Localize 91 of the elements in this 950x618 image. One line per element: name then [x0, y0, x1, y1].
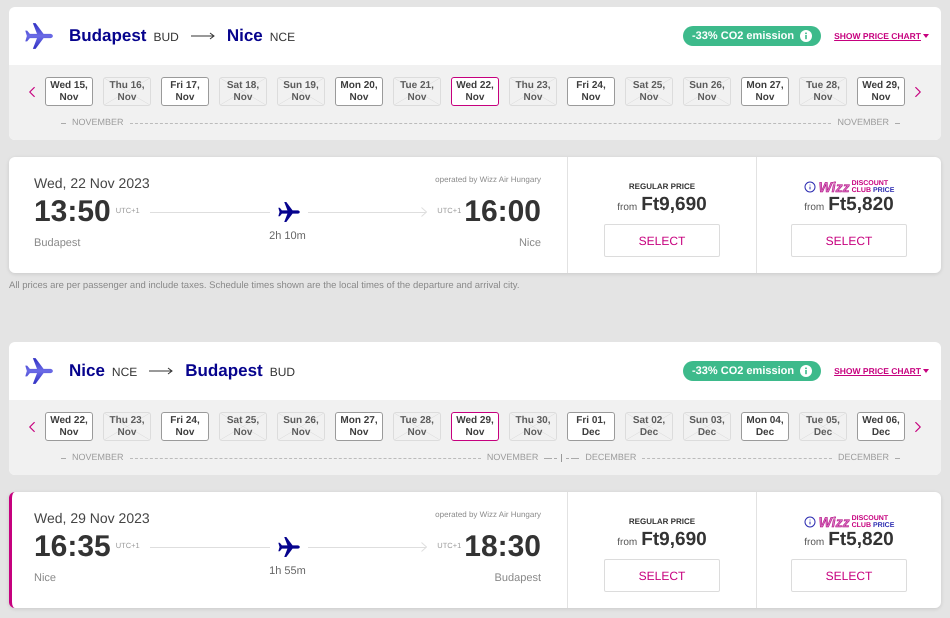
arrival-city: Budapest: [494, 571, 541, 586]
month-label: DECEMBER: [585, 451, 636, 464]
date-chip[interactable]: Tue 28, Nov: [799, 77, 847, 106]
long-arrow-icon: [149, 367, 174, 375]
flight-duration: 1h 55m: [269, 564, 306, 579]
destination-code: NCE: [270, 29, 296, 46]
arrival-time: 18:30: [464, 531, 541, 563]
flight-date: Wed, 29 Nov 2023: [34, 510, 150, 527]
caret-down-icon: [923, 34, 929, 38]
date-chip[interactable]: Tue 05, Dec: [799, 412, 847, 441]
date-chip[interactable]: Mon 27, Nov: [741, 77, 789, 106]
date-chip[interactable]: Sat 25, Nov: [625, 77, 673, 106]
date-chip[interactable]: Wed 29, Nov: [451, 412, 499, 441]
month-label: NOVEMBER: [72, 451, 124, 464]
info-icon: [800, 365, 812, 377]
date-chip[interactable]: Sun 26, Nov: [277, 412, 325, 441]
from-label: from: [804, 201, 824, 215]
long-arrow-icon: [190, 32, 215, 40]
fare-title: REGULAR PRICE: [628, 517, 696, 527]
info-icon: [800, 30, 812, 42]
origin-city: Nice: [69, 360, 105, 382]
emission-text: -33% CO2 emission: [692, 364, 794, 379]
club-logo: Wizz: [818, 515, 850, 529]
select-button[interactable]: SELECT: [604, 559, 720, 592]
date-chip[interactable]: Mon 04, Dec: [741, 412, 789, 441]
flight-date: Wed, 22 Nov 2023: [34, 175, 150, 192]
month-label: NOVEMBER: [486, 451, 538, 464]
departure-time: 16:35: [34, 531, 111, 563]
date-chip[interactable]: Sun 26, Nov: [683, 77, 731, 106]
date-chip[interactable]: Sat 02, Dec: [625, 412, 673, 441]
date-chip[interactable]: Fri 17, Nov: [161, 77, 209, 106]
price-footnote: All prices are per passenger and include taxes. Schedule times shown are the local times of the departure and arrival city.: [9, 280, 520, 292]
operator-text: operated by Wizz Air Hungary: [435, 509, 541, 521]
origin-code: BUD: [153, 29, 179, 46]
from-label: from: [804, 536, 824, 550]
date-chip[interactable]: Mon 27, Nov: [335, 412, 383, 441]
fare-price: Ft9,690: [641, 194, 707, 216]
departure-city: Budapest: [34, 236, 80, 251]
origin-code: NCE: [112, 364, 138, 381]
date-chip[interactable]: Sun 19, Nov: [277, 77, 325, 106]
origin-city: Budapest: [69, 25, 146, 48]
month-label: NOVEMBER: [72, 116, 124, 130]
airplane-icon: [278, 537, 300, 557]
date-chip[interactable]: Wed 22, Nov: [45, 412, 93, 441]
select-button[interactable]: SELECT: [791, 559, 907, 592]
airplane-icon: [25, 358, 53, 384]
date-chip[interactable]: Wed 29, Nov: [857, 77, 905, 106]
date-chip[interactable]: Tue 21, Nov: [393, 77, 441, 106]
from-label: from: [617, 536, 638, 550]
info-icon[interactable]: [804, 181, 816, 193]
emission-text: -33% CO2 emission: [692, 29, 794, 44]
club-logo: Wizz: [818, 180, 850, 194]
airplane-icon: [278, 202, 300, 222]
date-chip[interactable]: Fri 01, Dec: [567, 412, 615, 441]
date-chip[interactable]: Fri 24, Nov: [161, 412, 209, 441]
destination-city: Budapest: [185, 360, 263, 382]
price-chart-link[interactable]: SHOW PRICE CHART: [834, 30, 929, 42]
date-chip[interactable]: Sat 18, Nov: [219, 77, 267, 106]
destination-code: BUD: [270, 364, 296, 381]
date-chip[interactable]: Tue 28, Nov: [393, 412, 441, 441]
select-button[interactable]: SELECT: [604, 224, 720, 257]
date-chip[interactable]: Thu 23, Nov: [103, 412, 151, 441]
month-label: NOVEMBER: [837, 116, 889, 130]
airplane-icon: [25, 23, 53, 49]
date-chip[interactable]: Mon 20, Nov: [335, 77, 383, 106]
fare-price: Ft5,820: [828, 194, 894, 216]
fare-title: REGULAR PRICE: [628, 182, 696, 192]
date-chip[interactable]: Wed 15, Nov: [45, 77, 93, 106]
date-chip[interactable]: Sat 25, Nov: [219, 412, 267, 441]
from-label: from: [617, 201, 638, 215]
date-chip[interactable]: Wed 06, Dec: [857, 412, 905, 441]
date-chip[interactable]: Sun 03, Dec: [683, 412, 731, 441]
destination-city: Nice: [226, 25, 263, 48]
departure-time: 13:50: [34, 196, 111, 228]
date-chip[interactable]: Thu 30, Nov: [509, 412, 557, 441]
arrival-time: 16:00: [464, 196, 541, 228]
flight-duration: 2h 10m: [269, 229, 306, 244]
fare-price: Ft9,690: [641, 529, 707, 551]
month-label: DECEMBER: [838, 451, 889, 464]
operator-text: operated by Wizz Air Hungary: [435, 174, 541, 186]
departure-city: Nice: [34, 571, 56, 586]
arrival-city: Nice: [518, 236, 541, 251]
date-chip[interactable]: Thu 16, Nov: [103, 77, 151, 106]
date-chip[interactable]: Thu 23, Nov: [509, 77, 557, 106]
price-chart-link[interactable]: SHOW PRICE CHART: [834, 364, 929, 378]
select-button[interactable]: SELECT: [791, 224, 907, 257]
fare-price: Ft5,820: [828, 529, 894, 551]
date-chip[interactable]: Wed 22, Nov: [451, 77, 499, 106]
caret-down-icon: [923, 369, 929, 373]
info-icon[interactable]: [804, 516, 816, 528]
date-chip[interactable]: Fri 24, Nov: [567, 77, 615, 106]
